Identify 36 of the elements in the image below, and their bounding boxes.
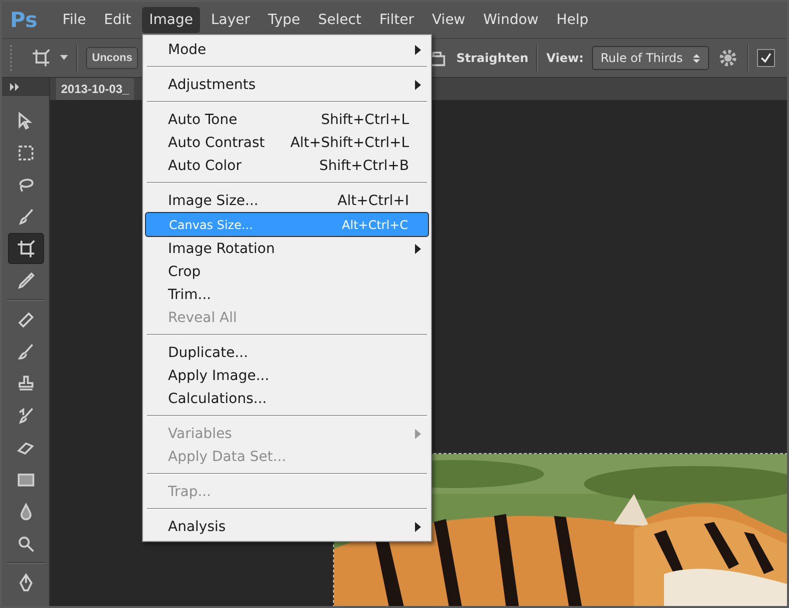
menu-item[interactable]: File: [56, 7, 93, 33]
straighten-button[interactable]: Straighten: [456, 51, 528, 65]
menu-option[interactable]: Adjustments: [145, 73, 429, 96]
menu-option[interactable]: Image Rotation: [145, 237, 429, 260]
menu-option[interactable]: Crop: [145, 260, 429, 283]
menu-item[interactable]: View: [425, 7, 472, 33]
view-select[interactable]: Rule of Thirds: [592, 46, 709, 70]
menu-option[interactable]: Apply Image...: [145, 364, 429, 387]
menu-option[interactable]: Mode: [145, 38, 429, 61]
menu-option[interactable]: Auto Color Shift+Ctrl+B: [145, 154, 429, 177]
menu-item[interactable]: Select: [311, 7, 368, 33]
view-label: View:: [546, 51, 584, 65]
document-tab[interactable]: 2013-10-03_: [56, 78, 134, 100]
menu-option[interactable]: Trim...: [145, 283, 429, 306]
menu-option[interactable]: Calculations...: [145, 387, 429, 410]
menu-option[interactable]: Auto Contrast Alt+Shift+Ctrl+L: [145, 131, 429, 154]
menu-option[interactable]: Analysis: [145, 515, 429, 538]
menu-item[interactable]: Window: [476, 7, 546, 33]
menu-item[interactable]: Layer: [204, 7, 257, 33]
checkmark-icon: [758, 51, 773, 65]
updown-arrows-icon: [692, 52, 700, 64]
menu-item[interactable]: Filter: [372, 7, 422, 33]
caret-icon[interactable]: [60, 55, 68, 61]
tool-button[interactable]: [8, 233, 44, 264]
menu-option[interactable]: Image Size... Alt+Ctrl+I: [145, 189, 429, 212]
checkbox[interactable]: [756, 49, 775, 67]
menu-option[interactable]: Auto Tone Shift+Ctrl+L: [145, 108, 429, 131]
menu-item[interactable]: Help: [549, 7, 596, 33]
app-logo: Ps: [10, 8, 38, 32]
ratio-dropdown[interactable]: Uncons: [86, 47, 138, 69]
menu-option[interactable]: Duplicate...: [145, 341, 429, 364]
menu-item[interactable]: Edit: [96, 7, 138, 33]
menu-item[interactable]: Type: [261, 7, 308, 33]
crop-icon[interactable]: [30, 47, 52, 69]
menu-item[interactable]: Image: [142, 7, 200, 33]
expand-icon[interactable]: [10, 83, 20, 91]
